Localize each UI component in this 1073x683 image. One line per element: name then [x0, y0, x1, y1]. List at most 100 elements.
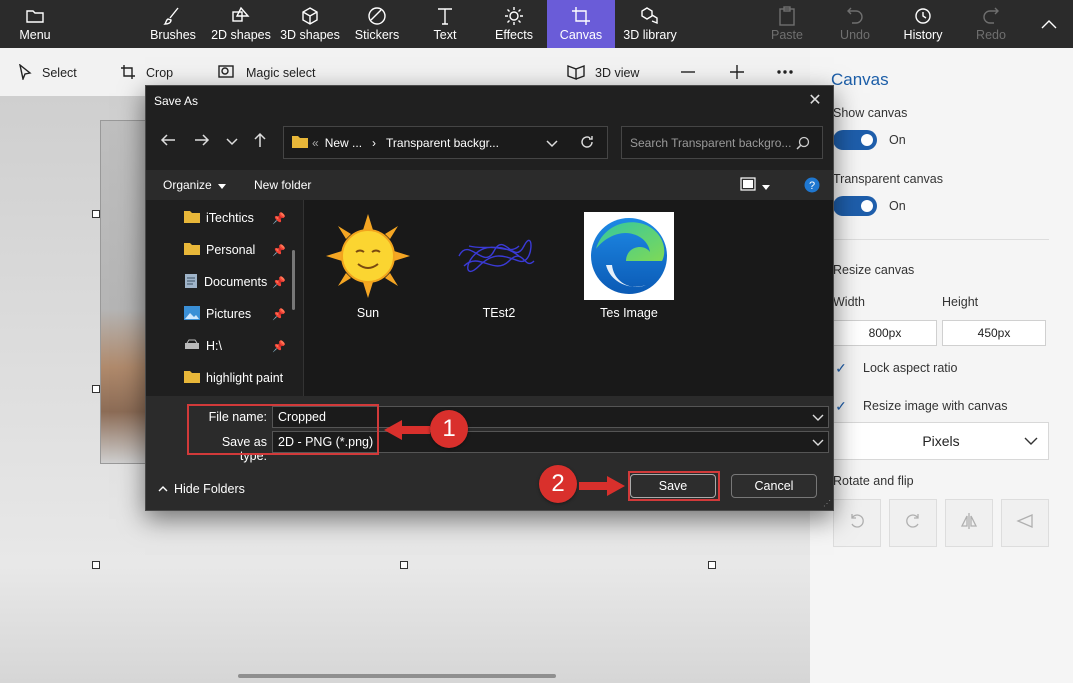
search-icon	[796, 136, 810, 153]
pin-icon: 📌	[272, 277, 286, 289]
file-item-sun[interactable]: Sun	[318, 212, 418, 320]
arrow-left-annotation	[384, 420, 430, 440]
flip-vertical-button[interactable]	[1001, 499, 1049, 547]
resize-grip-icon[interactable]: ⋰	[823, 499, 831, 508]
sidebar-item-label: iTechtics	[206, 211, 254, 225]
sidebar-item-documents[interactable]: Documents	[184, 272, 267, 292]
chevron-down-icon[interactable]	[546, 137, 558, 151]
folder-icon	[292, 135, 308, 151]
file-item-test2[interactable]: TEst2	[449, 212, 549, 320]
sticker-icon	[367, 6, 387, 26]
sidebar-item-label: H:\	[206, 339, 222, 353]
sidebar-item-itechtics[interactable]: iTechtics	[184, 208, 254, 228]
menu-button[interactable]: Menu	[12, 0, 58, 48]
zoom-out-button[interactable]	[680, 62, 696, 84]
search-placeholder: Search Transparent backgro...	[630, 135, 792, 150]
height-label: Height	[942, 295, 979, 309]
show-canvas-state: On	[889, 133, 906, 147]
width-input[interactable]: 800px	[833, 320, 937, 346]
rotate-left-button[interactable]	[833, 499, 881, 547]
folder-icon	[184, 242, 200, 258]
view-options-button[interactable]	[740, 177, 770, 194]
organize-button[interactable]: Organize	[163, 178, 226, 192]
chevron-down-icon[interactable]	[812, 410, 824, 427]
rotate-right-button[interactable]	[889, 499, 937, 547]
close-button[interactable]: ✕	[805, 90, 825, 110]
tool-brushes[interactable]: Brushes	[146, 0, 200, 48]
text-icon	[435, 6, 455, 26]
address-bar[interactable]: « New ... › Transparent backgr...	[283, 126, 608, 159]
tool-effects[interactable]: Effects	[494, 0, 534, 48]
clipboard-icon	[778, 6, 796, 26]
help-button[interactable]: ?	[804, 177, 820, 196]
breadcrumb-overflow[interactable]: «	[312, 136, 319, 150]
resize-image-checkbox[interactable]: ✓ Resize image with canvas	[833, 396, 1008, 416]
up-button[interactable]	[250, 132, 270, 152]
select-button[interactable]: Select	[18, 62, 77, 84]
undo-button[interactable]: Undo	[838, 0, 872, 48]
resize-handle[interactable]	[708, 561, 716, 569]
back-button[interactable]	[158, 132, 178, 152]
collapse-toolbar-button[interactable]	[1038, 0, 1060, 48]
file-list: Sun TEst2 Tes Image	[304, 200, 833, 396]
refresh-icon[interactable]	[580, 135, 594, 152]
width-label: Width	[833, 295, 865, 309]
tool-2d-shapes[interactable]: 2D shapes	[210, 0, 272, 48]
folder-icon	[26, 6, 44, 26]
breadcrumb-item[interactable]: New ...	[325, 136, 362, 150]
resize-canvas-label: Resize canvas	[833, 263, 915, 277]
sidebar-item-h-drive[interactable]: H:\	[184, 336, 222, 356]
tool-3d-shapes[interactable]: 3D shapes	[280, 0, 340, 48]
sidebar-scrollbar[interactable]	[292, 250, 295, 310]
lock-aspect-label: Lock aspect ratio	[863, 361, 958, 375]
recent-locations-button[interactable]	[222, 132, 242, 152]
paste-button[interactable]: Paste	[771, 0, 803, 48]
search-input[interactable]: Search Transparent backgro...	[621, 126, 823, 159]
new-folder-button[interactable]: New folder	[254, 178, 311, 192]
3d-view-button[interactable]: 3D view	[567, 62, 639, 84]
units-dropdown[interactable]: Pixels	[833, 422, 1049, 460]
units-value: Pixels	[922, 433, 960, 449]
file-name: Tes Image	[600, 306, 658, 320]
resize-handle[interactable]	[92, 561, 100, 569]
tool-text[interactable]: Text	[428, 0, 462, 48]
transparent-canvas-toggle[interactable]	[833, 196, 877, 216]
flip-horizontal-button[interactable]	[945, 499, 993, 547]
tool-stickers[interactable]: Stickers	[354, 0, 400, 48]
horizontal-scrollbar[interactable]	[238, 674, 556, 678]
resize-handle[interactable]	[92, 385, 100, 393]
zoom-in-button[interactable]	[729, 62, 745, 84]
canvas-panel: Canvas Show canvas On Transparent canvas…	[810, 48, 1073, 683]
checkmark-icon: ✓	[835, 359, 847, 376]
breadcrumb-item[interactable]: Transparent backgr...	[386, 136, 499, 150]
organize-label: Organize	[163, 178, 212, 192]
chevron-down-icon	[1024, 433, 1038, 449]
pictures-icon	[184, 305, 200, 323]
tool-3d-library[interactable]: 3D library	[622, 0, 678, 48]
sidebar-item-pictures[interactable]: Pictures	[184, 304, 251, 324]
lock-aspect-checkbox[interactable]: ✓ Lock aspect ratio	[833, 358, 958, 378]
magic-select-button[interactable]: Magic select	[218, 62, 315, 84]
redo-button[interactable]: Redo	[976, 0, 1006, 48]
folder-icon	[184, 370, 200, 386]
forward-button[interactable]	[192, 132, 212, 152]
crop-label: Crop	[146, 66, 174, 80]
height-input[interactable]: 450px	[942, 320, 1046, 346]
hide-folders-button[interactable]: Hide Folders	[158, 482, 245, 496]
resize-image-label: Resize image with canvas	[863, 399, 1008, 413]
tool-canvas[interactable]: Canvas	[547, 0, 615, 48]
redo-icon	[982, 6, 1000, 26]
show-canvas-toggle[interactable]	[833, 130, 877, 150]
sidebar-item-highlight-paint[interactable]: highlight paint	[184, 368, 283, 388]
crop-button[interactable]: Crop	[120, 62, 173, 84]
history-button[interactable]: History	[902, 0, 944, 48]
canvas-crop-icon	[571, 6, 591, 26]
sidebar-item-personal[interactable]: Personal	[184, 240, 255, 260]
resize-handle[interactable]	[400, 561, 408, 569]
chevron-up-icon	[158, 482, 168, 496]
resize-handle[interactable]	[92, 210, 100, 218]
file-item-tes-image[interactable]: Tes Image	[579, 212, 679, 320]
navigation-pane: iTechtics 📌 Personal 📌 Documents 📌 Pictu…	[146, 200, 303, 396]
more-options-button[interactable]	[776, 62, 794, 84]
cancel-button[interactable]: Cancel	[731, 474, 817, 498]
